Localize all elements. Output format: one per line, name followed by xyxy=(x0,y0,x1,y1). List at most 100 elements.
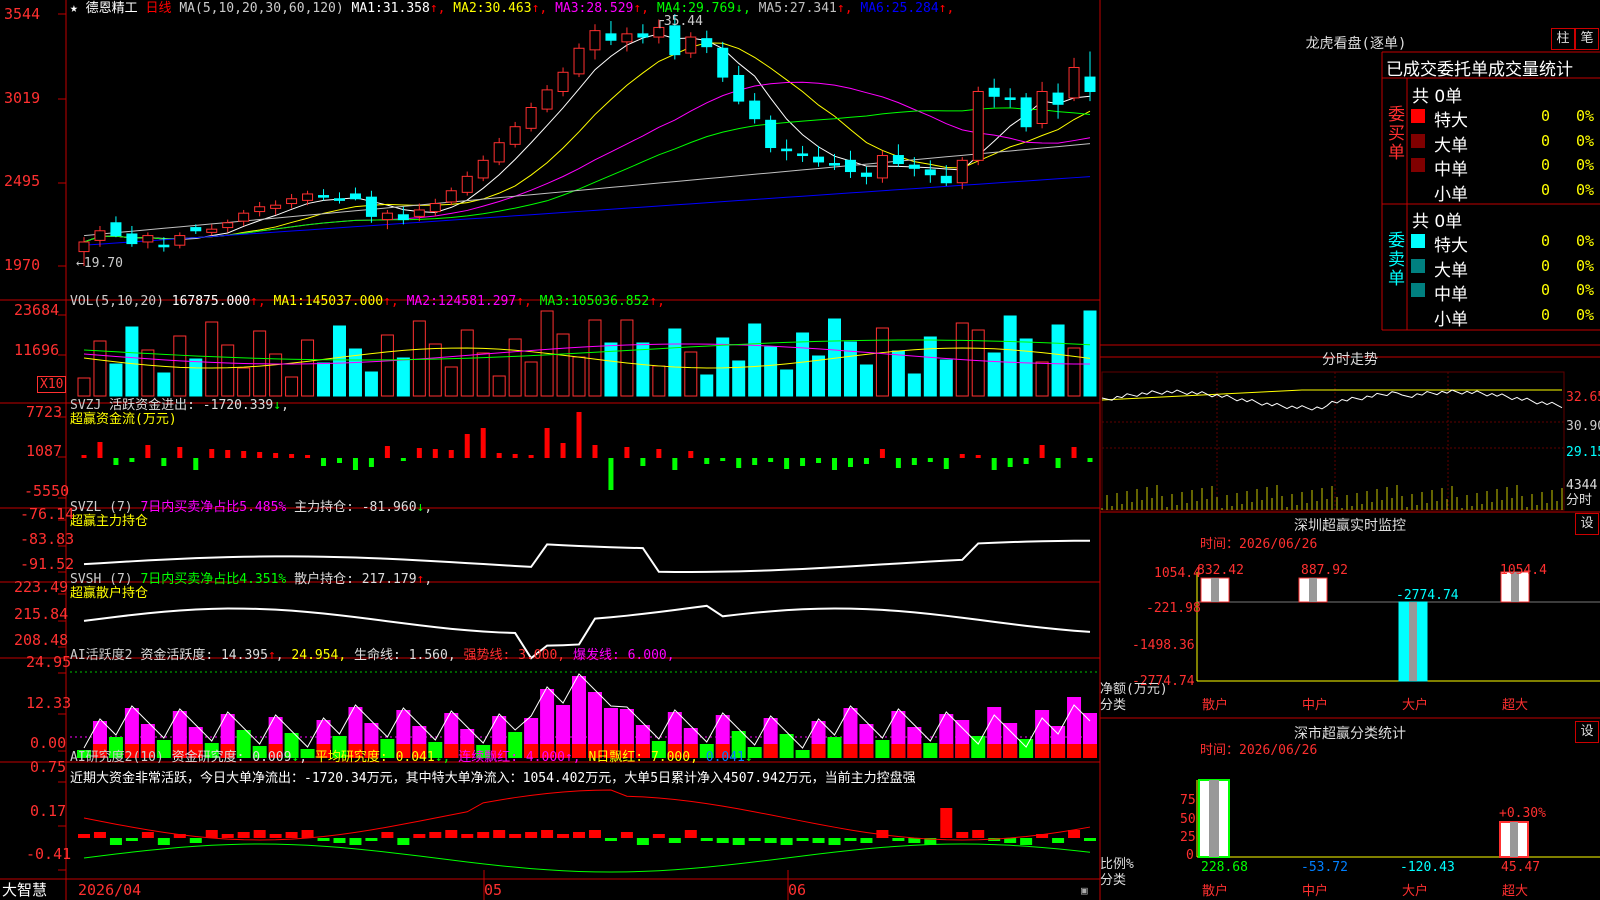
intraday-vol-axis: 4344 xyxy=(1566,478,1598,493)
sz-class-axis-label: 25 xyxy=(1180,830,1196,845)
period-label[interactable]: 日线 xyxy=(146,1,172,16)
sz-monitor-title: 深圳超赢实时监控 xyxy=(1294,518,1406,534)
research-bar xyxy=(700,838,713,841)
order-size-name: 大单 xyxy=(1434,135,1468,156)
candle-body xyxy=(445,190,457,203)
bar-view-button[interactable]: 柱 xyxy=(1551,28,1575,50)
ma-2-value: 30.463 xyxy=(484,1,532,16)
svzl-axis-label: -83.83 xyxy=(20,530,75,548)
vol-ma-3-value: 105036.852 xyxy=(570,294,650,309)
buy-orders-label: 委买单 xyxy=(1388,105,1405,163)
fund-flow-bar xyxy=(321,458,327,466)
vol-ma-3-label: MA3: xyxy=(531,294,571,309)
candle-body xyxy=(286,198,298,205)
fund-flow-bar xyxy=(145,445,151,458)
fund-flow-bar xyxy=(991,458,997,470)
fund-flow-bar xyxy=(305,455,311,458)
order-size-name: 小单 xyxy=(1434,184,1468,205)
activity-base xyxy=(955,744,970,758)
vol-ma-2-value: 124581.297 xyxy=(437,294,517,309)
research-bar xyxy=(125,838,138,841)
fund-flow-bar xyxy=(225,450,231,458)
candle-body xyxy=(206,228,218,233)
sz-class-value: -120.43 xyxy=(1400,860,1455,875)
candle-body xyxy=(190,227,202,232)
ma-3-label: MA3: xyxy=(547,1,587,16)
research-bar xyxy=(636,838,649,845)
candle-body xyxy=(541,89,553,110)
order-percent: 0% xyxy=(1576,131,1595,150)
candle-body xyxy=(685,36,697,54)
ai-active-axis-label: 0.00 xyxy=(30,734,67,752)
order-size-swatch xyxy=(1411,283,1425,297)
longhu-title: 龙虎看盘(逐单) xyxy=(1305,36,1407,52)
fund-flow-bar xyxy=(528,455,534,458)
research-bar xyxy=(1052,838,1065,843)
candle-body xyxy=(860,172,872,177)
candle-body xyxy=(988,87,1000,97)
vol-unit-badge: X10 xyxy=(37,376,67,393)
fund-flow-bar xyxy=(1039,445,1045,458)
intraday-vol-unit: 分时 xyxy=(1566,493,1593,508)
research-bar xyxy=(157,838,170,845)
research-green-line xyxy=(83,843,1091,873)
activity-base xyxy=(859,744,874,758)
burst-line-label: 爆发线: xyxy=(572,648,620,663)
strong-line-value: 3.000 xyxy=(518,648,558,663)
stock-name: 德恩精工 xyxy=(85,1,138,16)
research-bar xyxy=(716,838,729,843)
fund-flow-bar xyxy=(209,449,215,458)
avg-research-value: 0.041 xyxy=(395,750,435,765)
volume-bar xyxy=(1035,361,1049,397)
candle-body xyxy=(844,159,856,173)
candle-body xyxy=(381,212,393,221)
lock-icon[interactable]: ▣ xyxy=(1081,883,1088,898)
tick-view-button[interactable]: 笔 xyxy=(1575,28,1599,50)
sell-orders-label: 委卖单 xyxy=(1388,231,1405,289)
ai-active-value2: 24.954 xyxy=(291,648,339,663)
svzj-axis-label: 1087 xyxy=(26,442,63,460)
favorite-star-icon[interactable]: ★ xyxy=(70,1,78,16)
fund-flow-bar xyxy=(927,458,933,462)
ai-active-axis-label: 12.33 xyxy=(26,694,72,712)
activity-base xyxy=(907,744,922,758)
ma-5-label: MA5: xyxy=(750,1,790,16)
date-axis-label: 06 xyxy=(788,881,807,899)
fund-flow-bar xyxy=(784,458,790,469)
research-bar xyxy=(573,832,586,838)
svsh-label: SVSH (7) xyxy=(70,572,133,587)
fund-flow-bar xyxy=(512,454,518,458)
ma-2-arrow: ↑, xyxy=(531,1,548,16)
research-bar xyxy=(1020,838,1033,845)
volume-bar xyxy=(812,355,826,397)
volume-bar xyxy=(891,350,905,397)
intraday-avg-line xyxy=(1101,389,1562,401)
sz-class-settings-button[interactable]: 设 xyxy=(1575,721,1599,743)
research-bar xyxy=(860,838,873,843)
research-bar xyxy=(604,838,617,841)
order-count: 0 xyxy=(1541,232,1551,250)
research-bar xyxy=(828,838,841,845)
research-red-line xyxy=(83,789,1091,841)
candle-body xyxy=(892,155,904,165)
svsh-value: 217.179 xyxy=(361,572,417,587)
volume-bar xyxy=(221,344,235,397)
volume-bar xyxy=(572,356,586,397)
brand-logo: 大智慧 xyxy=(2,881,48,899)
fund-flow-bar xyxy=(943,458,949,469)
order-percent: 0% xyxy=(1576,180,1595,199)
order-size-swatch xyxy=(1411,234,1425,248)
fund-flow-bar xyxy=(416,448,422,458)
fund-flow-bar xyxy=(448,450,454,458)
volume-bar xyxy=(301,339,315,397)
sz-monitor-settings-button[interactable]: 设 xyxy=(1575,513,1599,535)
volume-bar xyxy=(364,371,378,397)
volume-bar xyxy=(1067,347,1081,397)
volume-bar xyxy=(157,372,171,397)
svzl-label: SVZL (7) xyxy=(70,500,133,515)
activity-bar xyxy=(827,737,842,758)
fund-flow-bar xyxy=(975,455,981,458)
volume-bar xyxy=(716,337,730,397)
ma-5-value: 27.341 xyxy=(789,1,837,16)
candle-body xyxy=(940,175,952,184)
